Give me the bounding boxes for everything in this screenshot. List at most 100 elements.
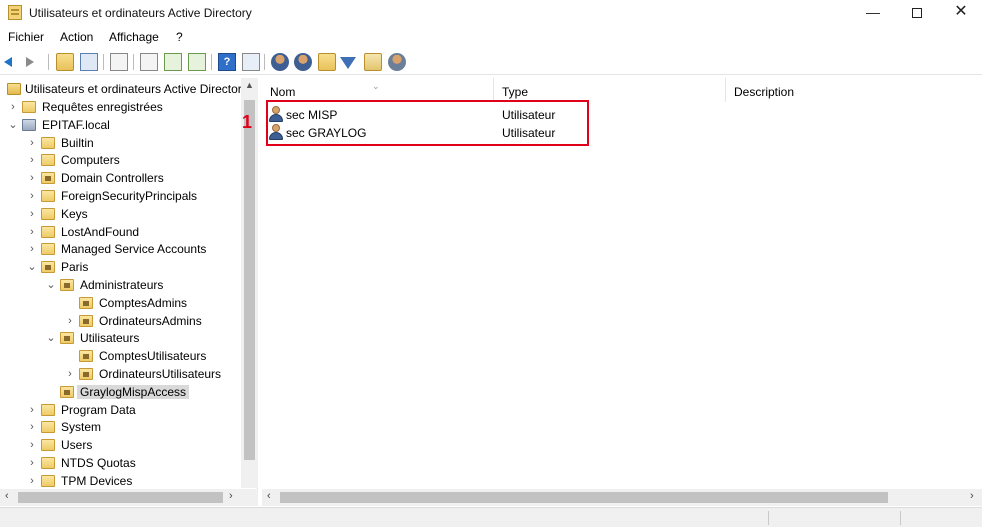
expand-chevron-icon[interactable]: ›: [65, 365, 75, 383]
expand-chevron-icon[interactable]: ›: [27, 240, 37, 258]
tree-item-label: Administrateurs: [80, 278, 164, 292]
tree-item-label: NTDS Quotas: [61, 456, 136, 470]
tree-item-label: Domain Controllers: [61, 171, 164, 186]
app-icon: [8, 5, 22, 20]
new-user-icon[interactable]: [271, 53, 289, 71]
expand-chevron-icon[interactable]: ›: [27, 401, 37, 419]
tree-item-label: Keys: [61, 206, 88, 221]
status-bar: [0, 507, 982, 527]
organizational-unit-icon: [79, 296, 93, 309]
new-group-icon[interactable]: [294, 53, 312, 71]
menu-bar: Fichier Action Affichage ?: [0, 27, 982, 47]
column-header-type[interactable]: Type: [494, 78, 726, 102]
toolbar-separator: [264, 54, 265, 70]
toolbar-separator: [103, 54, 104, 70]
menu-help[interactable]: ?: [176, 30, 183, 44]
scroll-thumb[interactable]: [18, 492, 223, 503]
expand-chevron-icon[interactable]: ›: [8, 98, 18, 116]
tree-item-label: OrdinateursAdmins: [99, 313, 202, 328]
tree-item-label: OrdinateursUtilisateurs: [99, 367, 222, 381]
tree-item-label: ComptesUtilisateurs: [99, 349, 207, 364]
toolbar-separator: [133, 54, 134, 70]
filter-icon[interactable]: [340, 57, 356, 69]
column-header-nom[interactable]: Nom ⌄: [262, 78, 494, 102]
organizational-unit-icon: [60, 385, 74, 398]
help-icon[interactable]: ?: [218, 53, 236, 71]
properties-icon[interactable]: [110, 53, 128, 71]
collapse-chevron-icon[interactable]: ⌄: [46, 329, 56, 347]
up-folder-icon[interactable]: [56, 53, 74, 71]
scroll-thumb[interactable]: [280, 492, 888, 503]
expand-chevron-icon[interactable]: ›: [27, 454, 37, 472]
folder-icon: [22, 101, 36, 113]
tree-vertical-scrollbar[interactable]: ▲: [241, 78, 258, 488]
tree-item-label: System: [61, 420, 102, 435]
folder-icon: [41, 243, 55, 256]
maximize-button[interactable]: [894, 0, 940, 26]
show-tree-icon[interactable]: [80, 53, 98, 71]
menu-action[interactable]: Action: [60, 30, 93, 44]
export-icon[interactable]: [140, 53, 158, 71]
tree-item-label: LostAndFound: [61, 224, 140, 239]
refresh-icon[interactable]: [164, 53, 182, 71]
add-to-group-icon[interactable]: [364, 53, 382, 71]
collapse-chevron-icon[interactable]: ⌄: [27, 258, 37, 276]
folder-icon: [41, 136, 55, 149]
expand-chevron-icon[interactable]: ›: [27, 169, 37, 187]
scroll-thumb[interactable]: [244, 100, 255, 460]
minimize-button[interactable]: —: [850, 0, 896, 26]
menu-affichage[interactable]: Affichage: [109, 30, 159, 44]
tree-item-label: ComptesAdmins: [99, 295, 188, 310]
menu-fichier[interactable]: Fichier: [8, 30, 44, 44]
export-list-icon[interactable]: [188, 53, 206, 71]
title-bar: Utilisateurs et ordinateurs Active Direc…: [0, 0, 982, 26]
folder-icon: [41, 154, 55, 167]
details-horizontal-scrollbar[interactable]: ‹ ›: [262, 489, 982, 506]
organizational-unit-icon: [79, 314, 93, 327]
expand-chevron-icon[interactable]: ›: [27, 472, 37, 490]
forward-icon[interactable]: [26, 57, 34, 67]
expand-chevron-icon[interactable]: ›: [65, 312, 75, 330]
console-tree: Utilisateurs et ordinateurs Active Direc…: [0, 78, 258, 506]
scroll-right-icon[interactable]: ›: [229, 490, 233, 502]
column-header-description[interactable]: Description: [726, 78, 982, 102]
collapse-chevron-icon[interactable]: ⌄: [46, 276, 56, 294]
ad-root-icon: [7, 83, 21, 95]
folder-icon: [41, 403, 55, 416]
sort-indicator-icon: ⌄: [372, 81, 380, 91]
new-ou-icon[interactable]: [318, 53, 336, 71]
back-icon[interactable]: [4, 57, 12, 67]
scroll-left-icon[interactable]: ‹: [267, 490, 271, 502]
organizational-unit-icon: [41, 172, 55, 185]
folder-icon: [41, 421, 55, 434]
tree-item-label: Users: [61, 438, 93, 453]
expand-chevron-icon[interactable]: ›: [27, 436, 37, 454]
collapse-chevron-icon[interactable]: ⌄: [8, 116, 18, 134]
scroll-up-icon[interactable]: ▲: [241, 80, 258, 90]
expand-chevron-icon[interactable]: ›: [27, 134, 37, 152]
organizational-unit-icon: [41, 261, 55, 274]
folder-icon: [41, 439, 55, 452]
organizational-unit-icon: [60, 332, 74, 345]
close-button[interactable]: ✕: [938, 0, 982, 26]
column-type-label: Type: [502, 85, 529, 99]
expand-chevron-icon[interactable]: ›: [27, 151, 37, 169]
status-separator: [900, 511, 901, 525]
expand-chevron-icon[interactable]: ›: [27, 205, 37, 223]
expand-chevron-icon[interactable]: ›: [27, 223, 37, 241]
tree-item-label: Computers: [61, 153, 120, 168]
expand-chevron-icon[interactable]: ›: [27, 187, 37, 205]
column-nom-label: Nom: [270, 85, 296, 99]
tree-horizontal-scrollbar[interactable]: ‹ ›: [0, 489, 258, 506]
organizational-unit-icon: [79, 350, 93, 363]
organizational-unit-icon: [60, 279, 74, 291]
tree-item-label: EPITAF.local: [42, 117, 110, 132]
expand-chevron-icon[interactable]: ›: [27, 418, 37, 436]
scroll-right-icon[interactable]: ›: [970, 490, 974, 502]
delegate-icon[interactable]: [388, 53, 406, 71]
column-description-label: Description: [734, 85, 795, 99]
console-tree-icon[interactable]: [242, 53, 260, 71]
scroll-left-icon[interactable]: ‹: [5, 490, 9, 502]
domain-icon: [22, 118, 36, 131]
folder-icon: [41, 225, 55, 238]
